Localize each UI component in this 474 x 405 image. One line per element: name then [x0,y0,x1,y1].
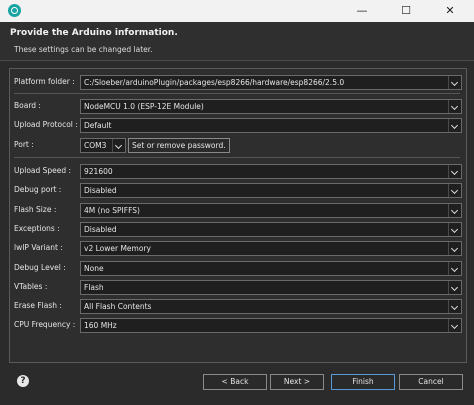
back-button[interactable]: < Back [203,374,267,390]
flash-size-value: 4M (no SPIFFS) [84,206,140,215]
board-select[interactable]: NodeMCU 1.0 (ESP-12E Module) [80,99,462,114]
separator [14,93,460,94]
debug-port-value: Disabled [84,186,117,195]
vtables-label: VTables : [14,282,48,291]
chevron-down-icon[interactable] [448,319,461,332]
vtables-select[interactable]: Flash [80,280,462,295]
finish-button[interactable]: Finish [331,374,395,390]
separator [14,157,460,158]
wizard-title: Provide the Arduino information. [10,28,178,38]
port-select[interactable]: COM3 [80,138,126,153]
wizard-header: Provide the Arduino information. These s… [0,22,474,61]
board-value: NodeMCU 1.0 (ESP-12E Module) [84,102,204,111]
upload-protocol-label: Upload Protocol : [14,120,78,129]
flash-size-label: Flash Size : [14,205,57,214]
debug-port-select[interactable]: Disabled [80,183,462,198]
vtables-value: Flash [84,283,104,292]
platform-folder-select[interactable]: C:/Sloeber/arduinoPlugin/packages/esp826… [80,75,462,90]
close-button[interactable]: ✕ [428,0,472,22]
upload-protocol-value: Default [84,121,112,130]
maximize-button[interactable]: ☐ [384,0,428,22]
upload-speed-label: Upload Speed : [14,166,72,175]
exceptions-select[interactable]: Disabled [80,222,462,237]
cancel-button[interactable]: Cancel [399,374,463,390]
chevron-down-icon[interactable] [448,165,461,178]
chevron-down-icon[interactable] [448,300,461,313]
set-password-button[interactable]: Set or remove password. [128,138,230,153]
port-label: Port : [14,140,34,149]
eclipse-app-icon [8,4,21,17]
settings-panel: Platform folder : C:/Sloeber/arduinoPlug… [9,68,467,363]
upload-speed-select[interactable]: 921600 [80,164,462,179]
erase-flash-label: Erase Flash : [14,301,62,310]
chevron-down-icon[interactable] [448,184,461,197]
chevron-down-icon[interactable] [112,139,125,152]
board-label: Board : [14,101,41,110]
erase-flash-select[interactable]: All Flash Contents [80,299,462,314]
arduino-settings-dialog: — ☐ ✕ Provide the Arduino information. T… [0,0,474,405]
chevron-down-icon[interactable] [448,262,461,275]
chevron-down-icon[interactable] [448,76,461,89]
debug-port-label: Debug port : [14,185,62,194]
next-button[interactable]: Next > [270,374,324,390]
wizard-subtitle: These settings can be changed later. [14,45,153,54]
chevron-down-icon[interactable] [448,281,461,294]
platform-folder-value: C:/Sloeber/arduinoPlugin/packages/esp826… [84,78,345,87]
chevron-down-icon[interactable] [448,204,461,217]
lwip-variant-select[interactable]: v2 Lower Memory [80,241,462,256]
lwip-variant-value: v2 Lower Memory [84,244,151,253]
chevron-down-icon[interactable] [448,242,461,255]
wizard-footer: ? < Back Next > Finish Cancel [0,365,474,405]
chevron-down-icon[interactable] [448,100,461,113]
cpu-frequency-select[interactable]: 160 MHz [80,318,462,333]
help-icon[interactable]: ? [17,375,29,387]
upload-speed-value: 921600 [84,167,113,176]
debug-level-value: None [84,264,104,273]
minimize-button[interactable]: — [340,0,384,22]
chevron-down-icon[interactable] [448,119,461,132]
exceptions-value: Disabled [84,225,117,234]
cpu-frequency-value: 160 MHz [84,321,117,330]
debug-level-select[interactable]: None [80,261,462,276]
port-value: COM3 [84,141,107,150]
exceptions-label: Exceptions : [14,224,60,233]
lwip-variant-label: lwIP Variant : [14,243,63,252]
debug-level-label: Debug Level : [14,263,66,272]
erase-flash-value: All Flash Contents [84,302,152,311]
platform-folder-label: Platform folder : [14,77,75,86]
window-titlebar: — ☐ ✕ [0,0,474,22]
upload-protocol-select[interactable]: Default [80,118,462,133]
cpu-frequency-label: CPU Frequency : [14,320,76,329]
flash-size-select[interactable]: 4M (no SPIFFS) [80,203,462,218]
chevron-down-icon[interactable] [448,223,461,236]
